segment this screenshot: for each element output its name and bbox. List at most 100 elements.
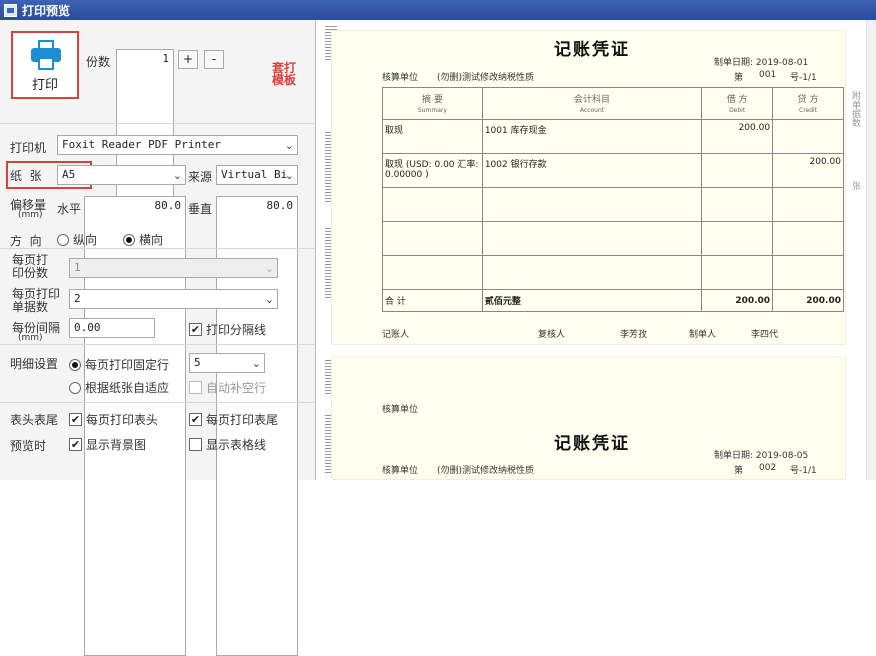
template-link[interactable]: 套打 模板 bbox=[272, 62, 302, 86]
total-label: 合 计 bbox=[382, 289, 483, 312]
number-suffix: 号-1/1 bbox=[790, 73, 817, 83]
checker-name: 李芳孜 bbox=[620, 330, 648, 340]
print-header-label: 每页打印表头 bbox=[86, 413, 159, 427]
table-row bbox=[382, 187, 844, 222]
chevron-down-icon: ⌄ bbox=[172, 169, 182, 182]
row-summary: 取现 (USD: 0.00 汇率: 0.00000 ) bbox=[382, 153, 483, 188]
checkmark-icon: ✔ bbox=[69, 413, 82, 426]
row-summary: 取现 bbox=[382, 119, 483, 154]
per-page-docs-label: 每页打印 单据数 bbox=[12, 287, 61, 314]
printer-icon bbox=[31, 40, 61, 70]
scrollbar[interactable] bbox=[866, 20, 876, 480]
print-button-label: 打印 bbox=[31, 78, 58, 93]
source-value: Virtual Bi bbox=[221, 168, 288, 181]
checkmark-icon: ✔ bbox=[189, 413, 202, 426]
row-debit bbox=[701, 153, 774, 188]
spacing-input[interactable]: 0.00 bbox=[69, 318, 155, 338]
source-label: 来源 bbox=[188, 170, 213, 184]
landscape-label: 横向 bbox=[139, 233, 164, 247]
number-prefix: 第 bbox=[734, 73, 744, 83]
paper-label: 纸 张 bbox=[10, 169, 42, 183]
header-footer-label: 表头表尾 bbox=[10, 413, 59, 427]
checkmark-icon: ✔ bbox=[69, 438, 82, 451]
checkmark-icon: ✔ bbox=[189, 323, 202, 336]
table-row bbox=[382, 221, 844, 256]
show-grid-checkbox[interactable]: 显示表格线 bbox=[189, 436, 266, 453]
divider bbox=[0, 248, 316, 249]
separator-checkbox[interactable]: ✔ 打印分隔线 bbox=[189, 321, 266, 338]
unit-value: (勿删)测试修改纳税性质 bbox=[437, 73, 535, 83]
per-page-docs-select[interactable]: 2 ⌄ bbox=[69, 289, 278, 309]
chevron-down-icon: ⌄ bbox=[284, 169, 294, 182]
chevron-down-icon: ⌄ bbox=[284, 139, 294, 152]
print-preview-icon bbox=[4, 3, 17, 17]
maker-name: 李四代 bbox=[751, 330, 779, 340]
voucher-title: 记账凭证 bbox=[554, 434, 630, 454]
total-debit: 200.00 bbox=[701, 289, 774, 312]
window-title: 打印预览 bbox=[22, 3, 71, 18]
autofill-checkbox[interactable]: 自动补空行 bbox=[189, 379, 266, 396]
checkbox-icon bbox=[189, 381, 202, 394]
unit-value: (勿删)测试修改纳税性质 bbox=[437, 466, 535, 476]
paper-select[interactable]: A5 ⌄ bbox=[57, 165, 186, 185]
printer-value: Foxit Reader PDF Printer bbox=[62, 138, 221, 151]
radio-checked-icon bbox=[69, 358, 81, 371]
per-page-docs-value: 2 bbox=[74, 292, 81, 305]
preview-label: 预览时 bbox=[10, 439, 47, 453]
per-page-copies-label: 每页打 印份数 bbox=[12, 253, 49, 280]
voucher-title: 记账凭证 bbox=[554, 40, 630, 60]
total-row: 合 计 贰佰元整 200.00 200.00 bbox=[382, 289, 844, 312]
print-footer-checkbox[interactable]: ✔ 每页打印表尾 bbox=[189, 411, 278, 428]
per-page-copies-select[interactable]: 1 ⌄ bbox=[69, 258, 278, 278]
total-words: 贰佰元整 bbox=[481, 289, 703, 312]
voucher-table: 摘 要 Summary 会计科目 Account 借 方 Debit 贷 方 Credi… bbox=[382, 87, 844, 312]
col-account: 会计科目 Account bbox=[481, 87, 703, 120]
chevron-down-icon: ⌄ bbox=[264, 293, 274, 306]
voucher-number: 002 bbox=[759, 463, 777, 473]
chevron-down-icon: ⌄ bbox=[264, 262, 274, 275]
radio-checked-icon bbox=[123, 233, 135, 246]
print-header-checkbox[interactable]: ✔ 每页打印表头 bbox=[69, 411, 158, 428]
number-suffix: 号-1/1 bbox=[790, 466, 817, 476]
voucher-page: 记账凭证 制单日期: 2019-08-01 核算单位 (勿删)测试修改纳税性质 … bbox=[331, 30, 860, 345]
divider bbox=[0, 344, 316, 345]
portrait-label: 纵向 bbox=[73, 233, 98, 247]
print-button[interactable]: 打印 bbox=[11, 31, 79, 99]
autofill-label: 自动补空行 bbox=[206, 381, 267, 395]
landscape-radio[interactable]: 横向 bbox=[123, 231, 163, 248]
row-account: 1001 库存现金 bbox=[481, 119, 703, 154]
adapt-radio[interactable]: 根据纸张自适应 bbox=[69, 379, 169, 396]
copies-plus-button[interactable]: + bbox=[178, 50, 198, 69]
number-prefix: 第 bbox=[734, 466, 744, 476]
show-bg-checkbox[interactable]: ✔ 显示背景图 bbox=[69, 436, 146, 453]
table-row: 取现 1001 库存现金 200.00 bbox=[382, 119, 844, 154]
row-credit: 200.00 bbox=[772, 153, 844, 188]
voucher-date: 制单日期: 2019-08-01 bbox=[714, 58, 809, 68]
fixed-rows-select[interactable]: 5 ⌄ bbox=[189, 353, 265, 373]
table-header-row: 摘 要 Summary 会计科目 Account 借 方 Debit 贷 方 Credi… bbox=[382, 87, 844, 120]
per-page-copies-value: 1 bbox=[74, 261, 81, 274]
paper-value: A5 bbox=[62, 168, 76, 181]
offset-h-label: 水平 bbox=[57, 202, 82, 216]
unit-label: 核算单位 bbox=[382, 73, 419, 83]
source-select[interactable]: Virtual Bi ⌄ bbox=[216, 165, 298, 185]
show-bg-label: 显示背景图 bbox=[86, 438, 147, 452]
radio-icon bbox=[57, 233, 69, 246]
spacing-unit: (mm) bbox=[18, 333, 43, 343]
copies-minus-button[interactable]: - bbox=[204, 50, 224, 69]
divider bbox=[0, 402, 316, 403]
col-credit: 贷 方 Credit bbox=[772, 87, 844, 120]
offset-v-label: 垂直 bbox=[188, 202, 213, 216]
radio-icon bbox=[69, 381, 81, 394]
printer-select[interactable]: Foxit Reader PDF Printer ⌄ bbox=[57, 135, 298, 155]
copies-label: 份数 bbox=[86, 55, 111, 69]
print-footer-label: 每页打印表尾 bbox=[206, 413, 279, 427]
fixed-rows-radio[interactable]: 每页打印固定行 bbox=[69, 356, 169, 373]
row-debit: 200.00 bbox=[701, 119, 774, 154]
total-credit: 200.00 bbox=[772, 289, 844, 312]
chevron-down-icon: ⌄ bbox=[251, 357, 261, 370]
voucher-number: 001 bbox=[759, 70, 777, 80]
portrait-radio[interactable]: 纵向 bbox=[57, 231, 97, 248]
row-credit bbox=[772, 119, 844, 154]
adapt-label: 根据纸张自适应 bbox=[85, 381, 170, 395]
